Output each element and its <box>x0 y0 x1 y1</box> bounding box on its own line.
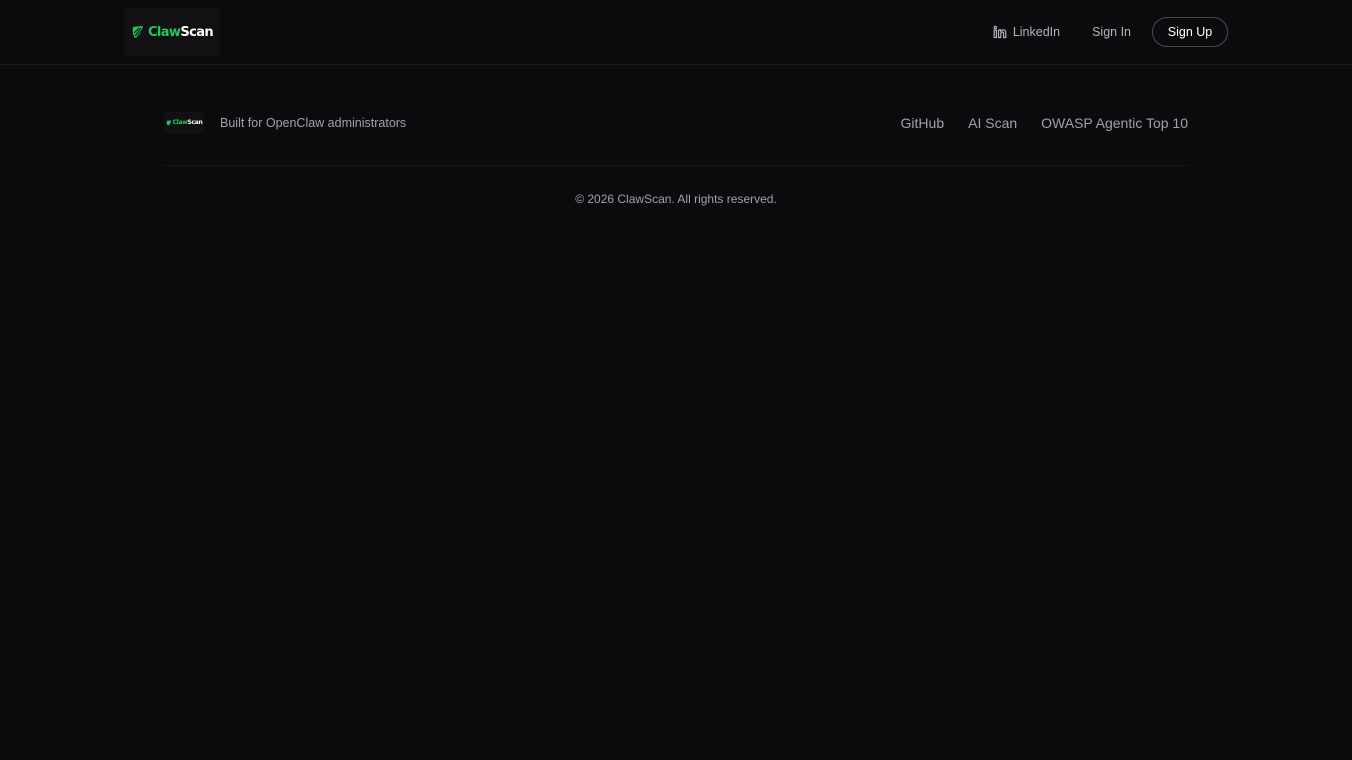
shield-leaf-icon <box>132 26 143 38</box>
sign-in-link[interactable]: Sign In <box>1092 25 1131 39</box>
footer-logo-claw-text: Claw <box>172 119 188 126</box>
logo-wordmark: ClawScan <box>147 24 214 40</box>
footer-top-row: ClawScan Built for OpenClaw administrato… <box>164 104 1188 142</box>
footer-link-github[interactable]: GitHub <box>901 115 945 131</box>
footer-brand: ClawScan Built for OpenClaw administrato… <box>164 112 406 134</box>
footer-logo-scan-text: Scan <box>187 119 203 126</box>
footer-logo[interactable]: ClawScan <box>164 112 204 134</box>
logo-scan-text: Scan <box>180 24 214 40</box>
top-navbar: ClawScan LinkedIn Sign In Sign Up <box>0 0 1352 65</box>
footer-logo-wordmark: ClawScan <box>173 120 203 126</box>
footer-links: GitHub AI Scan OWASP Agentic Top 10 <box>877 115 1188 131</box>
shield-leaf-icon <box>166 120 171 126</box>
linkedin-label: LinkedIn <box>1012 25 1061 39</box>
page-footer: ClawScan Built for OpenClaw administrato… <box>164 104 1188 206</box>
linkedin-link[interactable]: LinkedIn <box>993 25 1060 39</box>
logo-claw-text: Claw <box>147 24 181 40</box>
footer-tagline: Built for OpenClaw administrators <box>220 116 407 130</box>
linkedin-icon <box>993 25 1007 39</box>
footer-link-ai-scan[interactable]: AI Scan <box>968 115 1017 131</box>
footer-link-owasp[interactable]: OWASP Agentic Top 10 <box>1041 115 1188 131</box>
sign-up-button[interactable]: Sign Up <box>1152 17 1228 47</box>
footer-divider <box>164 165 1188 166</box>
header-nav: LinkedIn Sign In Sign Up <box>993 17 1228 47</box>
copyright-text: © 2026 ClawScan. All rights reserved. <box>575 192 777 206</box>
clawscan-logo[interactable]: ClawScan <box>124 8 220 56</box>
